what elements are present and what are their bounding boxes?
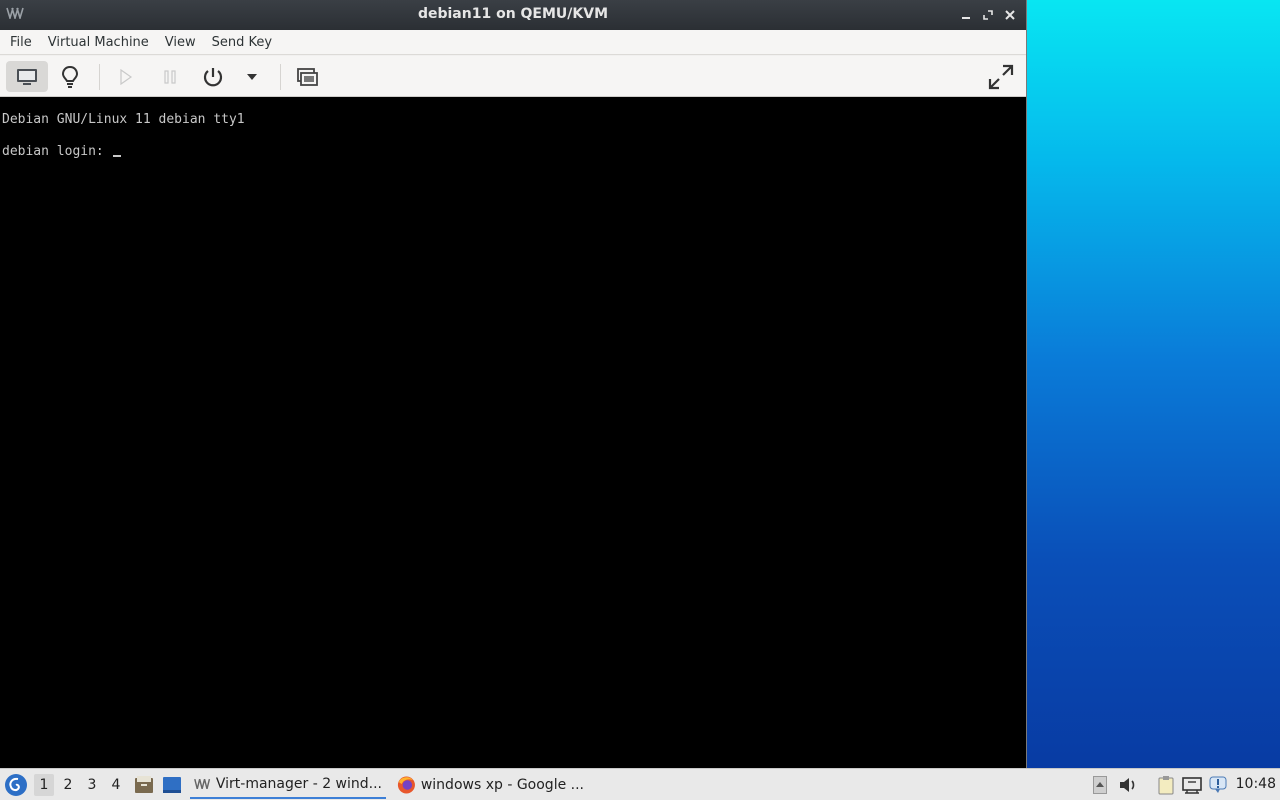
- text-cursor: [112, 155, 121, 157]
- task-label: Virt-manager - 2 wind...: [215, 776, 382, 792]
- menu-file[interactable]: File: [0, 30, 40, 55]
- clock[interactable]: 10:48: [1236, 776, 1276, 792]
- pause-icon: [164, 69, 176, 84]
- volume-button[interactable]: [1117, 774, 1139, 796]
- start-menu-button[interactable]: [4, 773, 28, 797]
- desktop-3[interactable]: 3: [82, 774, 102, 796]
- pause-button[interactable]: [156, 61, 184, 92]
- toolbar: [0, 56, 1026, 97]
- vm-console[interactable]: Debian GNU/Linux 11 debian tty1 debian l…: [0, 97, 1026, 768]
- task-label: windows xp - Google ...: [420, 777, 584, 793]
- file-manager-icon: [135, 776, 153, 793]
- tray-expand-button[interactable]: [1089, 774, 1111, 796]
- snapshots-button[interactable]: [292, 61, 322, 92]
- restore-icon: [983, 10, 993, 20]
- close-icon: [1005, 10, 1015, 20]
- console-line-login: debian login:: [2, 144, 121, 159]
- vm-window: debian11 on QEMU/KVM File Virtual Machin…: [0, 0, 1027, 768]
- menu-virtual-machine[interactable]: Virtual Machine: [40, 30, 157, 55]
- window-title: debian11 on QEMU/KVM: [417, 6, 609, 22]
- up-arrow-icon: [1093, 776, 1107, 794]
- desktop-1[interactable]: 1: [34, 774, 54, 796]
- clipboard-button[interactable]: [1155, 774, 1177, 796]
- power-menu-chevron-icon: [247, 73, 257, 80]
- power-icon: [203, 67, 223, 86]
- details-button[interactable]: [54, 61, 86, 92]
- desktop-4[interactable]: 4: [106, 774, 126, 796]
- show-console-button[interactable]: [6, 61, 48, 92]
- task-virt-manager[interactable]: Virt-manager - 2 wind...: [190, 771, 386, 799]
- taskbar: 1 2 3 4 Virt-manager - 2 wind... windows…: [0, 768, 1280, 800]
- maximize-button[interactable]: [978, 5, 998, 25]
- snapshots-icon: [297, 67, 318, 86]
- close-button[interactable]: [1000, 5, 1020, 25]
- show-console-icon: [17, 68, 37, 85]
- minimize-button[interactable]: [956, 5, 976, 25]
- console-line-banner: Debian GNU/Linux 11 debian tty1: [2, 112, 245, 127]
- run-button[interactable]: [112, 61, 140, 92]
- network-icon: [1182, 777, 1202, 794]
- shutdown-button[interactable]: [198, 61, 228, 92]
- login-prompt: debian login:: [2, 144, 112, 159]
- minimize-icon: [962, 17, 970, 19]
- show-desktop-launcher[interactable]: [161, 774, 183, 796]
- firefox-icon: [397, 776, 415, 794]
- task-firefox[interactable]: windows xp - Google ...: [392, 771, 588, 799]
- desktop-2[interactable]: 2: [58, 774, 78, 796]
- file-manager-launcher[interactable]: [133, 774, 155, 796]
- menu-bar: File Virtual Machine View Send Key: [0, 30, 1026, 55]
- menu-view[interactable]: View: [157, 30, 204, 55]
- title-bar[interactable]: debian11 on QEMU/KVM: [0, 0, 1026, 30]
- update-notification-icon: [1209, 776, 1227, 793]
- fullscreen-icon: [988, 64, 1014, 89]
- desktop-icon: [163, 777, 181, 793]
- shutdown-menu-button[interactable]: [240, 61, 264, 92]
- details-lightbulb-icon: [61, 65, 79, 88]
- menu-send-key[interactable]: Send Key: [204, 30, 280, 55]
- fullscreen-button[interactable]: [984, 61, 1018, 92]
- virt-manager-icon: [194, 778, 211, 790]
- network-button[interactable]: [1181, 774, 1203, 796]
- debian-swirl-icon: [5, 774, 27, 796]
- volume-icon: [1120, 778, 1135, 792]
- run-icon: [120, 68, 133, 85]
- clipboard-icon: [1158, 776, 1174, 795]
- notification-button[interactable]: [1207, 774, 1229, 796]
